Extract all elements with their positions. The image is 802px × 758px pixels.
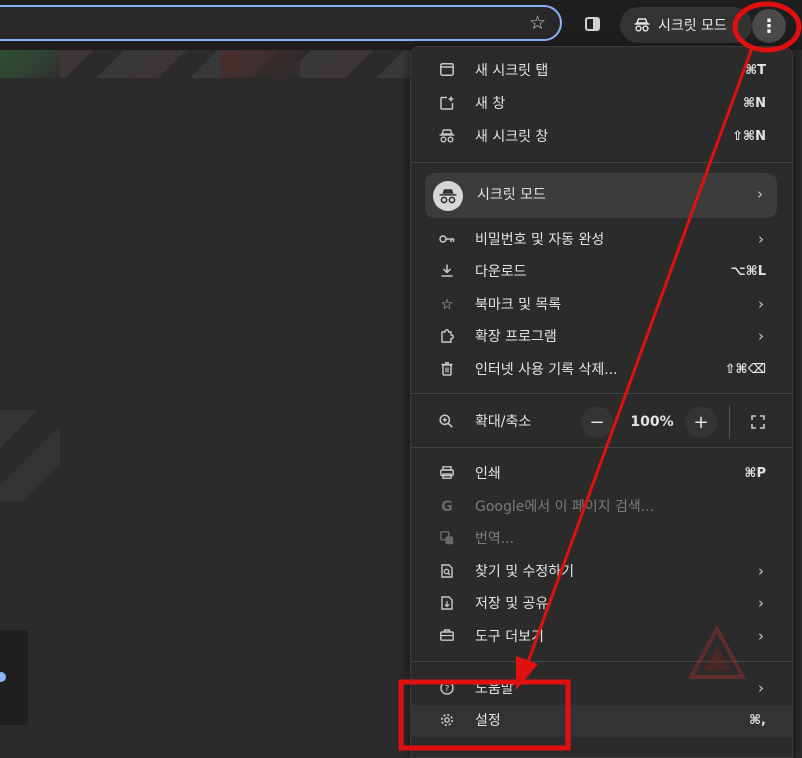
help-icon: ? — [439, 681, 455, 697]
puzzle-icon — [439, 329, 455, 345]
menu-item-downloads[interactable]: 다운로드 ⌥⌘L — [411, 256, 792, 288]
side-panel-icon[interactable] — [585, 17, 600, 31]
menu-item-label: 찾기 및 수정하기 — [475, 564, 575, 580]
save-page-icon — [439, 596, 455, 612]
menu-item-settings[interactable]: 설정 ⌘, — [411, 705, 792, 737]
new-tab-icon — [439, 63, 455, 79]
incognito-indicator[interactable]: 시크릿 모드 — [620, 7, 752, 43]
menu-item-label: 확장 프로그램 — [475, 329, 557, 345]
key-icon — [439, 232, 455, 248]
page-background-pattern — [0, 410, 60, 502]
download-icon — [439, 264, 455, 280]
chevron-right-icon: › — [757, 185, 763, 203]
printer-icon — [439, 466, 455, 482]
menu-item-bookmarks[interactable]: ☆ 북마크 및 목록 › — [411, 289, 792, 321]
menu-item-new-incognito-tab[interactable]: 새 시크릿 탭 ⌘T — [411, 55, 792, 87]
star-icon: ☆ — [440, 297, 454, 313]
menu-item-label: 새 창 — [475, 96, 506, 112]
shortcut: ⌘N — [743, 96, 766, 111]
page-card — [0, 630, 28, 725]
menu-divider — [411, 162, 792, 163]
new-window-icon — [439, 96, 455, 112]
shortcut: ⇧⌘⌫ — [724, 362, 766, 377]
zoom-out-button[interactable]: − — [581, 406, 613, 438]
zoom-icon — [439, 414, 455, 430]
watermark-logo — [687, 625, 747, 679]
menu-item-find-edit[interactable]: 찾기 및 수정하기 › — [411, 556, 792, 588]
menu-item-label: Google에서 이 페이지 검색... — [475, 499, 655, 515]
shortcut: ⌥⌘L — [730, 264, 766, 279]
incognito-icon — [634, 18, 650, 32]
shortcut: ⌘P — [744, 466, 766, 481]
menu-item-label: 인터넷 사용 기록 삭제... — [475, 362, 618, 378]
dot-icon — [0, 672, 6, 682]
menu-item-label: 새 시크릿 창 — [475, 129, 549, 145]
menu-item-label: 확대/축소 — [475, 414, 532, 430]
google-icon: G — [441, 499, 453, 515]
chevron-right-icon: › — [758, 679, 764, 697]
menu-divider — [411, 447, 792, 448]
menu-item-passwords[interactable]: 비밀번호 및 자동 완성 › — [411, 224, 792, 256]
menu-item-label: 저장 및 공유 — [475, 596, 549, 612]
chevron-right-icon: › — [758, 594, 764, 612]
menu-item-zoom: 확대/축소 − 100% + — [411, 405, 792, 439]
menu-item-search-google[interactable]: G Google에서 이 페이지 검색... — [411, 491, 792, 523]
toolbox-icon — [439, 629, 455, 645]
zoom-divider — [729, 405, 730, 439]
gear-icon — [439, 713, 455, 729]
browser-toolbar: ☆ 시크릿 모드 ⋮ — [0, 0, 802, 50]
menu-item-label: 도구 더보기 — [475, 629, 544, 645]
chevron-right-icon: › — [758, 327, 764, 345]
menu-item-clear-history[interactable]: 인터넷 사용 기록 삭제... ⇧⌘⌫ — [411, 354, 792, 386]
kebab-menu-icon[interactable]: ⋮ — [752, 9, 786, 43]
menu-item-label: 비밀번호 및 자동 완성 — [475, 232, 605, 248]
find-page-icon — [439, 564, 455, 580]
shortcut: ⌘T — [745, 63, 766, 78]
menu-item-label: 다운로드 — [475, 264, 527, 280]
chevron-right-icon: › — [758, 562, 764, 580]
chrome-menu: 새 시크릿 탭 ⌘T 새 창 ⌘N 새 시크릿 창 ⇧⌘N 시크릿 모드 › 비… — [410, 46, 793, 758]
menu-item-save-share[interactable]: 저장 및 공유 › — [411, 588, 792, 620]
shortcut: ⇧⌘N — [732, 129, 766, 144]
chevron-right-icon: › — [758, 295, 764, 313]
menu-item-label: 설정 — [475, 713, 501, 729]
incognito-label: 시크릿 모드 — [658, 18, 727, 34]
incognito-icon — [439, 129, 455, 145]
trash-icon — [439, 362, 455, 378]
menu-item-translate[interactable]: 번역... — [411, 523, 792, 555]
chevron-right-icon: › — [758, 627, 764, 645]
menu-item-label: 번역... — [475, 531, 515, 547]
star-icon[interactable]: ☆ — [529, 13, 546, 33]
zoom-in-button[interactable]: + — [685, 406, 717, 438]
zoom-level: 100% — [630, 414, 674, 430]
address-bar[interactable]: ☆ — [0, 5, 562, 41]
fullscreen-icon[interactable] — [751, 415, 765, 429]
menu-item-label: 인쇄 — [475, 466, 501, 482]
menu-item-new-window[interactable]: 새 창 ⌘N — [411, 88, 792, 120]
menu-item-label: 시크릿 모드 — [477, 187, 546, 203]
incognito-avatar-icon — [433, 181, 463, 211]
translate-icon — [439, 531, 455, 547]
menu-item-print[interactable]: 인쇄 ⌘P — [411, 458, 792, 490]
menu-divider — [411, 393, 792, 394]
shortcut: ⌘, — [749, 713, 766, 728]
page-background-pattern — [0, 50, 410, 78]
menu-item-label: 북마크 및 목록 — [475, 297, 562, 313]
svg-text:?: ? — [445, 685, 450, 695]
menu-item-label: 새 시크릿 탭 — [475, 63, 549, 79]
menu-item-extensions[interactable]: 확장 프로그램 › — [411, 321, 792, 353]
menu-item-profile[interactable]: 시크릿 모드 › — [425, 173, 777, 218]
menu-item-label: 도움말 — [475, 681, 514, 697]
chevron-right-icon: › — [758, 230, 764, 248]
menu-item-new-incognito-window[interactable]: 새 시크릿 창 ⇧⌘N — [411, 121, 792, 153]
